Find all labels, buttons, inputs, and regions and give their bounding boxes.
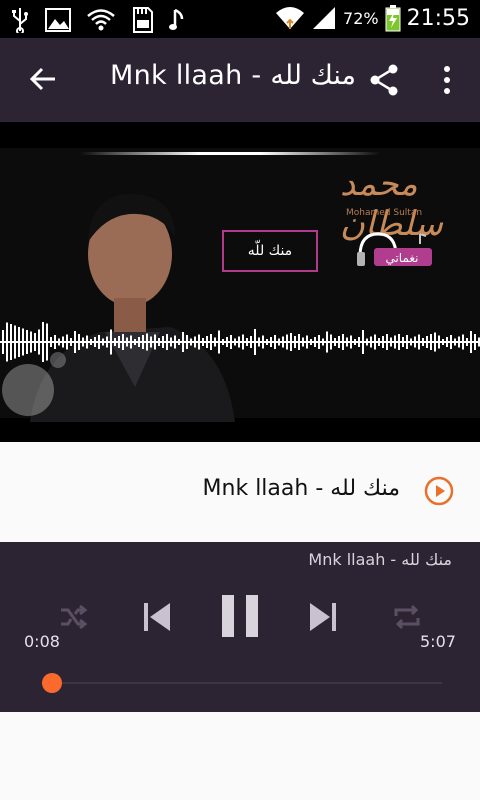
video-player[interactable]: محمد سلطان Mohamed Sultan نغماتي منك للّ… [0,122,480,442]
seek-bar-thumb[interactable] [42,673,63,693]
app-bar: Mnk llaah - منك لله [0,38,480,122]
signal-icon [313,7,336,29]
notification-icons [10,6,186,34]
music-note-icon [169,8,184,30]
back-arrow-icon[interactable] [28,64,58,94]
total-time: 5:07 [420,632,456,651]
share-icon[interactable] [369,64,399,96]
wifi-icon [276,7,305,29]
pause-icon[interactable] [220,594,260,638]
svg-text:نغماتي: نغماتي [385,251,418,265]
clock: 21:55 [406,5,470,31]
seek-bar[interactable] [42,673,442,693]
repeat-icon[interactable] [392,602,422,632]
battery-charging-icon [385,5,401,32]
signature-subtitle: Mohamed Sultan [346,208,423,218]
song-name-label: منك للّه [222,230,318,272]
track-list-item[interactable]: Mnk llaah - منك لله [0,442,480,542]
mini-player: Mnk llaah - منك لله 0:08 5:07 [0,542,480,712]
waveform-baseline [0,341,480,343]
previous-track-icon[interactable] [142,600,172,634]
usb-icon [12,8,28,33]
nagmati-logo: نغماتي [357,232,432,266]
sd-card-icon [133,7,153,33]
overflow-menu-icon[interactable] [440,66,454,94]
audio-waveform [0,322,480,362]
track-title: Mnk llaah - منك لله [202,476,400,501]
video-light-line [80,152,380,155]
wifi-notification-icon [87,9,115,31]
page-title: Mnk llaah - منك لله [110,60,356,91]
player-track-title: Mnk llaah - منك لله [308,550,452,569]
image-icon [45,8,71,32]
status-bar: 72% 21:55 [0,0,480,38]
system-icons: 72% 21:55 [275,4,470,32]
battery-percent: 72% [343,8,379,28]
elapsed-time: 0:08 [24,632,60,651]
next-track-icon[interactable] [308,600,338,634]
play-circle-icon[interactable] [424,476,454,506]
empty-area [0,712,480,800]
bubble-decoration [2,352,66,416]
shuffle-icon[interactable] [58,602,88,632]
